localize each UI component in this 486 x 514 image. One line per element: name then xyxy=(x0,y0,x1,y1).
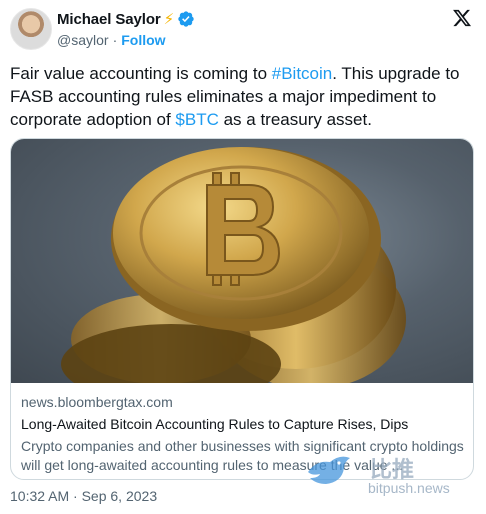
tweet-text-part: Fair value accounting is coming to xyxy=(10,64,272,83)
tweet-text: Fair value accounting is coming to #Bitc… xyxy=(10,62,476,131)
tweet-text-part: as a treasury asset. xyxy=(218,110,372,129)
card-image-bitcoin-coins xyxy=(11,139,473,383)
tweet: Michael Saylor ⚡ @saylor · Follow Fair v… xyxy=(0,0,486,514)
watermark-site: bitpush.news xyxy=(368,480,450,496)
card-domain: news.bloombergtax.com xyxy=(21,394,173,410)
follow-button[interactable]: Follow xyxy=(121,32,165,48)
tweet-timestamp[interactable]: 10:32 AM · Sep 6, 2023 xyxy=(10,488,157,504)
hashtag-bitcoin-link[interactable]: #Bitcoin xyxy=(272,64,332,83)
cashtag-btc-link[interactable]: $BTC xyxy=(175,110,218,129)
link-preview-card[interactable]: news.bloombergtax.com Long-Awaited Bitco… xyxy=(10,138,474,480)
separator-dot: · xyxy=(112,32,118,48)
card-headline[interactable]: Long-Awaited Bitcoin Accounting Rules to… xyxy=(21,415,465,433)
lightning-emoji: ⚡ xyxy=(163,11,175,28)
verified-badge-icon xyxy=(178,11,194,27)
author-name[interactable]: Michael Saylor xyxy=(57,11,161,28)
bitpush-bird-logo xyxy=(308,456,350,484)
bitcoin-coins-illustration xyxy=(61,147,406,383)
author-name-row: Michael Saylor ⚡ xyxy=(57,10,195,28)
author-handle[interactable]: @saylor xyxy=(57,32,109,48)
author-handle-row: @saylor · Follow xyxy=(57,32,166,48)
avatar[interactable] xyxy=(10,8,52,50)
x-logo-icon[interactable] xyxy=(452,8,472,28)
